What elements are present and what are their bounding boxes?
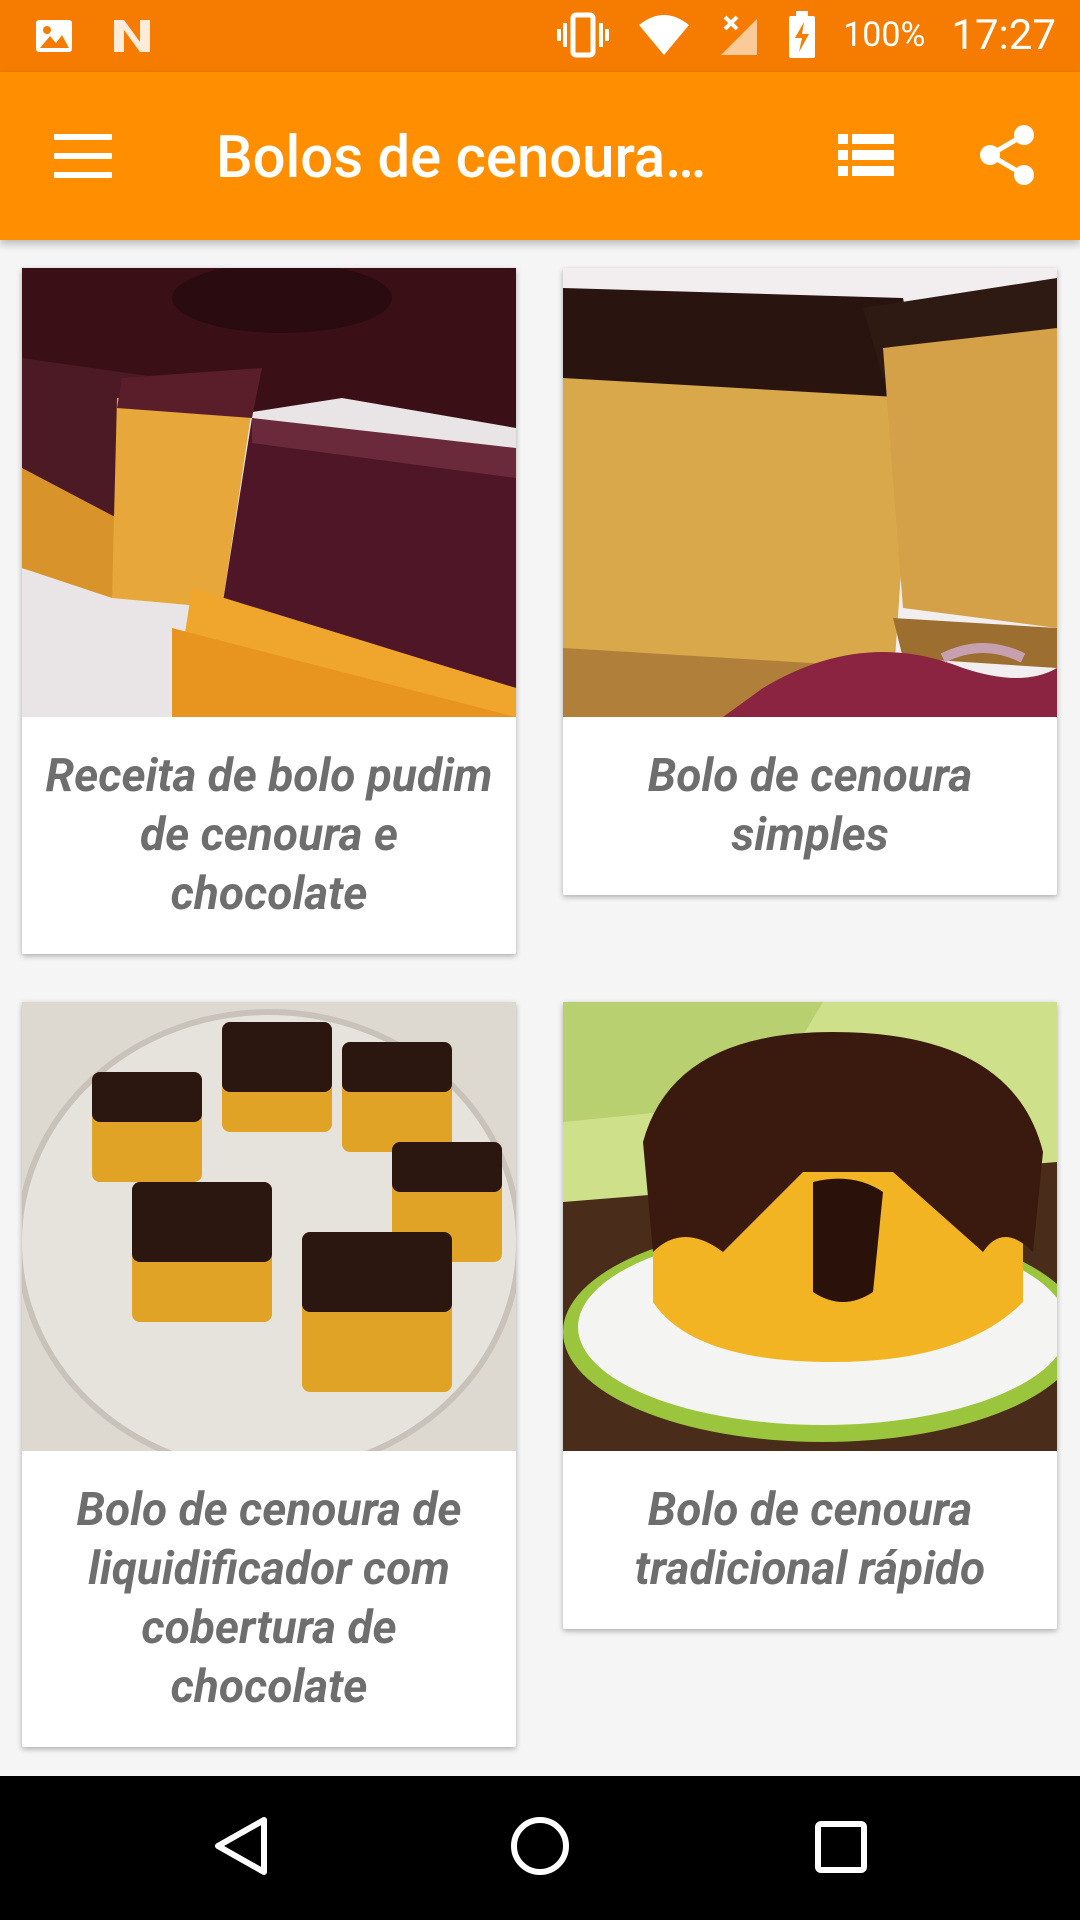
status-bar: 100% 17:27 — [0, 0, 1080, 72]
back-icon[interactable] — [212, 1814, 270, 1878]
recipe-title: Bolo de cenoura de liquidificador com co… — [76, 1483, 462, 1714]
vibrate-icon — [557, 12, 610, 58]
recipe-card[interactable]: Bolo de cenoura simples — [563, 268, 1057, 895]
clock: 17:27 — [951, 10, 1056, 60]
recipe-card[interactable]: Bolo de cenoura tradicional rápido — [563, 1002, 1057, 1629]
list-view-icon[interactable] — [838, 132, 894, 178]
page-title: Bolos de cenoura… — [216, 124, 707, 192]
recipe-title: Bolo de cenoura simples — [647, 749, 973, 862]
recipe-image — [563, 268, 1057, 717]
recipe-title: Bolo de cenoura tradicional rápido — [634, 1483, 986, 1596]
notification-n-icon — [114, 20, 150, 52]
recipe-image — [563, 1002, 1057, 1451]
battery-percent: 100% — [843, 15, 926, 55]
recipe-title: Receita de bolo pudim de cenoura e choco… — [45, 749, 493, 921]
recipe-image — [22, 268, 516, 717]
recipe-image — [22, 1002, 516, 1451]
recipe-card[interactable]: Bolo de cenoura de liquidificador com co… — [22, 1002, 516, 1747]
home-icon[interactable] — [510, 1816, 570, 1876]
battery-charging-icon — [789, 11, 816, 58]
recents-icon[interactable] — [814, 1820, 868, 1874]
gallery-icon — [36, 20, 72, 52]
navigation-bar — [0, 1776, 1080, 1920]
menu-button[interactable] — [54, 134, 112, 178]
recipe-card[interactable]: Receita de bolo pudim de cenoura e choco… — [22, 268, 516, 954]
share-icon[interactable] — [978, 124, 1036, 186]
wifi-icon — [639, 15, 690, 55]
app-bar: Bolos de cenoura… — [0, 72, 1080, 240]
signal-icon — [721, 15, 758, 55]
